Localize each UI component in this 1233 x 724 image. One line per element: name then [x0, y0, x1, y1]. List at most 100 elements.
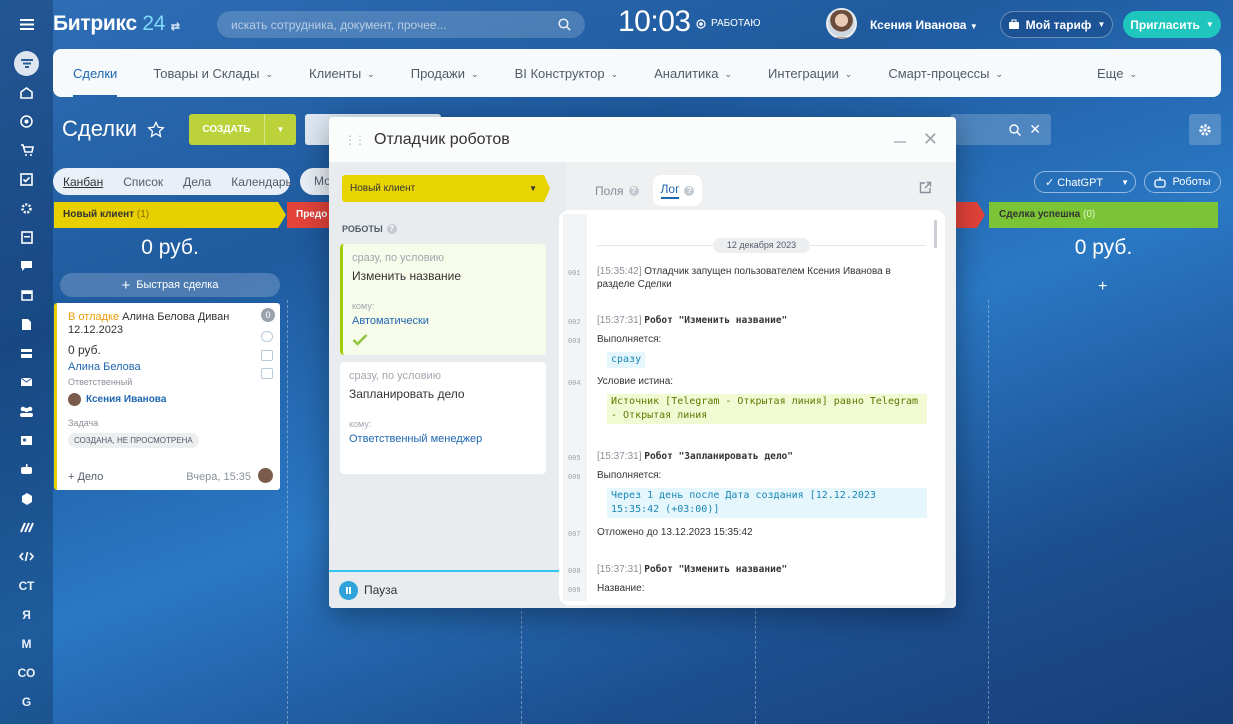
external-link-icon[interactable]	[919, 181, 932, 194]
checkbox-icon[interactable]	[0, 167, 53, 191]
menu-item-clients[interactable]: Клиенты ⌄	[309, 49, 375, 97]
clock[interactable]: 10:03	[618, 5, 691, 39]
menu-item-more[interactable]: Еще ⌄	[1097, 49, 1137, 97]
close-icon[interactable]: ✕	[923, 129, 938, 150]
log-date: 12 декабря 2023	[713, 238, 810, 253]
mail-icon[interactable]	[0, 370, 53, 394]
drag-handle-icon[interactable]: ⋮⋮	[344, 133, 366, 147]
log-text: Робот "Запланировать дело"	[644, 451, 793, 462]
chevron-down-icon[interactable]: ▼	[265, 125, 296, 134]
help-icon[interactable]: ?	[386, 224, 397, 234]
view-calendar[interactable]: Календарь	[231, 175, 292, 189]
mail-icon[interactable]	[261, 350, 273, 361]
create-button[interactable]: СОЗДАТЬ ▼	[189, 114, 296, 145]
robots-button[interactable]: Роботы	[1144, 171, 1221, 193]
stage-count: (1)	[136, 209, 150, 220]
menu-item-label: Интеграции	[768, 65, 839, 81]
robot-whom[interactable]: Автоматически	[352, 315, 537, 327]
search-input[interactable]	[231, 17, 551, 32]
rail-item-st[interactable]: СТ	[0, 574, 53, 598]
log-content: 12 декабря 2023 001 [15:35:42] Отладчик …	[563, 214, 941, 601]
rail-item-ya[interactable]: Я	[0, 603, 53, 627]
help-icon[interactable]: ?	[628, 185, 639, 196]
chevron-down-icon[interactable]: ▼	[1121, 178, 1129, 187]
file-icon[interactable]	[0, 312, 53, 336]
add-deal-icon[interactable]: +	[1098, 278, 1107, 296]
menu-item-sales[interactable]: Продажи ⌄	[411, 49, 479, 97]
robot-card[interactable]: сразу, по условию Изменить название кому…	[340, 244, 546, 355]
chatgpt-button[interactable]: ✓ ChatGPT ▼	[1034, 171, 1136, 193]
store-icon[interactable]	[0, 341, 53, 365]
stage-select[interactable]: Новый клиент ▼	[342, 175, 550, 202]
rail-item-m[interactable]: М	[0, 632, 53, 656]
robot-card[interactable]: сразу, по условию Запланировать дело ком…	[340, 362, 546, 474]
log-text: Название:	[597, 583, 645, 594]
menu-item-bi[interactable]: BI Конструктор ⌄	[515, 49, 619, 97]
phone-icon[interactable]	[261, 331, 273, 342]
tab-fields[interactable]: Поля?	[587, 177, 647, 205]
box-icon[interactable]	[0, 486, 53, 510]
contact-card-icon[interactable]	[0, 428, 53, 452]
tariff-button[interactable]: Мой тариф ▼	[1000, 11, 1113, 38]
menu-item-deals[interactable]: Сделки	[73, 49, 118, 97]
deal-title[interactable]: В отладке Алина Белова Диван 12.12.2023	[68, 311, 238, 337]
deal-client[interactable]: Алина Белова	[68, 361, 141, 373]
view-activities[interactable]: Дела	[183, 175, 211, 189]
menu-item-integrations[interactable]: Интеграции ⌄	[768, 49, 852, 97]
help-icon[interactable]: ?	[684, 185, 695, 196]
filter-icon[interactable]	[0, 50, 53, 76]
menu-item-smart[interactable]: Смарт-процессы ⌄	[888, 49, 1003, 97]
menu-item-analytics[interactable]: Аналитика ⌄	[654, 49, 732, 97]
home-icon[interactable]	[0, 81, 53, 105]
rail-item-so[interactable]: СО	[0, 661, 53, 685]
filter-search-area[interactable]: ✕	[950, 114, 1051, 145]
log-text: Робот "Изменить название"	[644, 564, 788, 575]
close-icon[interactable]: ✕	[1029, 121, 1041, 138]
settings-button[interactable]	[1189, 114, 1221, 145]
invite-button[interactable]: Пригласить ▼	[1123, 11, 1221, 38]
chat-icon[interactable]	[261, 368, 273, 379]
robot-whom[interactable]: Ответственный менеджер	[349, 433, 537, 445]
logo[interactable]: Битрикс 24 ⇄	[53, 12, 180, 36]
market-icon[interactable]	[0, 515, 53, 539]
code-icon[interactable]	[0, 544, 53, 568]
log-chip: сразу	[607, 352, 646, 368]
view-kanban[interactable]: Канбан	[63, 175, 103, 189]
work-status[interactable]: РАБОТАЮ	[696, 18, 760, 29]
pause-button[interactable]: Пауза	[329, 570, 566, 608]
column-divider	[287, 300, 288, 724]
global-search[interactable]	[217, 11, 585, 38]
gear-icon[interactable]	[0, 196, 53, 220]
menu-item-products[interactable]: Товары и Склады ⌄	[153, 49, 273, 97]
robot-icon[interactable]	[0, 457, 53, 481]
chat-icon[interactable]	[0, 254, 53, 278]
minimize-icon[interactable]	[894, 141, 906, 143]
user-menu[interactable]: Ксения Иванова ▼	[870, 18, 978, 32]
calendar-icon[interactable]	[0, 283, 53, 307]
view-list[interactable]: Список	[123, 175, 163, 189]
log-viewer[interactable]: 12 декабря 2023 001 [15:35:42] Отладчик …	[563, 214, 941, 601]
doc-icon[interactable]	[0, 225, 53, 249]
star-icon[interactable]	[147, 120, 165, 138]
responsible-user[interactable]: Ксения Иванова	[68, 393, 166, 406]
deal-card[interactable]: В отладке Алина Белова Диван 12.12.2023 …	[54, 303, 280, 490]
cart-icon[interactable]	[0, 138, 53, 162]
add-activity-link[interactable]: + Дело	[68, 471, 103, 483]
search-icon[interactable]	[558, 18, 571, 31]
rail-item-g[interactable]: G	[0, 690, 53, 714]
avatar[interactable]	[826, 8, 857, 39]
stage-header[interactable]: Новый клиент (1)	[54, 202, 286, 228]
stage-header[interactable]: Сделка успешна (0)	[989, 202, 1218, 228]
team-icon[interactable]	[0, 399, 53, 423]
view-switcher: Канбан Список Дела Календарь	[53, 168, 292, 195]
responsible-name: Ксения Иванова	[86, 394, 167, 405]
log-text: Выполняется:	[597, 470, 662, 481]
stage-header-3[interactable]	[955, 202, 985, 228]
tab-log[interactable]: Лог?	[652, 175, 703, 206]
avatar[interactable]	[258, 468, 273, 483]
target-icon[interactable]	[0, 109, 53, 133]
quick-deal-button[interactable]: + Быстрая сделка	[60, 273, 280, 297]
scrollbar[interactable]	[934, 220, 937, 248]
deal-price: 0 руб.	[68, 343, 101, 357]
menu-icon[interactable]	[0, 12, 53, 36]
